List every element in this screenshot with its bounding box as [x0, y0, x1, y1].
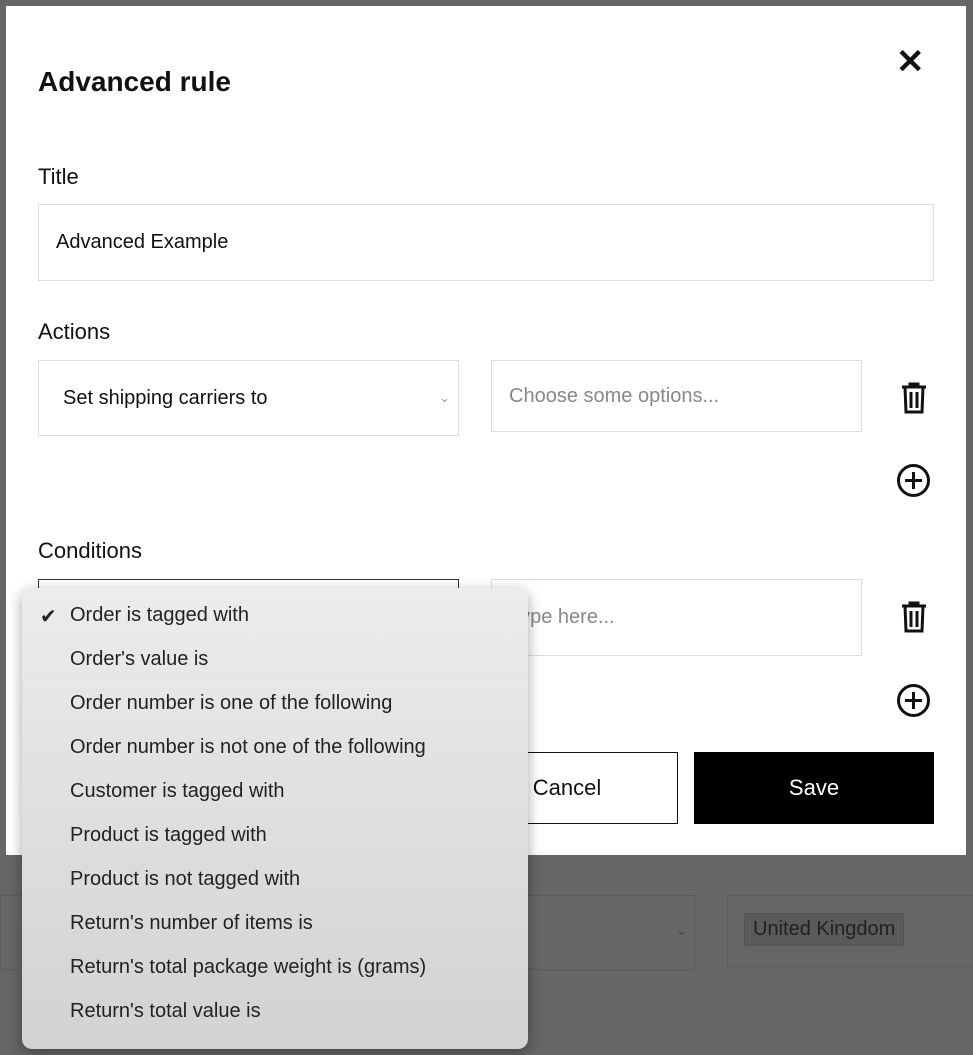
trash-icon[interactable] [900, 601, 928, 633]
action-select-value: Set shipping carriers to [63, 386, 268, 409]
menu-item[interactable]: Customer is tagged with [22, 780, 528, 824]
add-action-icon[interactable] [896, 463, 931, 498]
country-tag: United Kingdom [744, 913, 905, 946]
menu-item[interactable]: Product is tagged with [22, 824, 528, 868]
chevron-down-icon: ⌄ [439, 390, 450, 405]
menu-item[interactable]: Return's number of items is [22, 912, 528, 956]
actions-label: Actions [38, 319, 111, 344]
condition-dropdown-menu: ✔ Order is tagged with Order's value is O… [22, 588, 528, 1049]
menu-item[interactable]: Order number is one of the following [22, 692, 528, 736]
menu-item[interactable]: Product is not tagged with [22, 868, 528, 912]
menu-item[interactable]: Order number is not one of the following [22, 736, 528, 780]
title-label: Title [38, 164, 79, 189]
menu-item[interactable]: Return's total package weight is (grams) [22, 956, 528, 1000]
condition-value-input[interactable]: Type here... [491, 579, 862, 656]
action-options-input[interactable]: Choose some options... [491, 360, 862, 432]
close-icon[interactable]: ✕ [896, 42, 925, 82]
modal-title: Advanced rule [38, 66, 231, 97]
trash-icon[interactable] [900, 382, 928, 414]
title-input[interactable]: Advanced Example [38, 204, 934, 281]
conditions-label: Conditions [38, 538, 142, 563]
action-select[interactable]: Set shipping carriers to ⌄ [38, 360, 459, 436]
chevron-down-icon: ⌄ [676, 922, 688, 938]
checkmark-icon: ✔ [40, 606, 57, 628]
menu-item[interactable]: ✔ Order is tagged with [22, 604, 528, 648]
add-condition-icon[interactable] [896, 683, 931, 718]
action-options-placeholder: Choose some options... [509, 384, 720, 407]
menu-item[interactable]: Return's total value is [22, 1000, 528, 1044]
menu-item[interactable]: Order's value is [22, 648, 528, 692]
save-button[interactable]: Save [694, 752, 934, 824]
